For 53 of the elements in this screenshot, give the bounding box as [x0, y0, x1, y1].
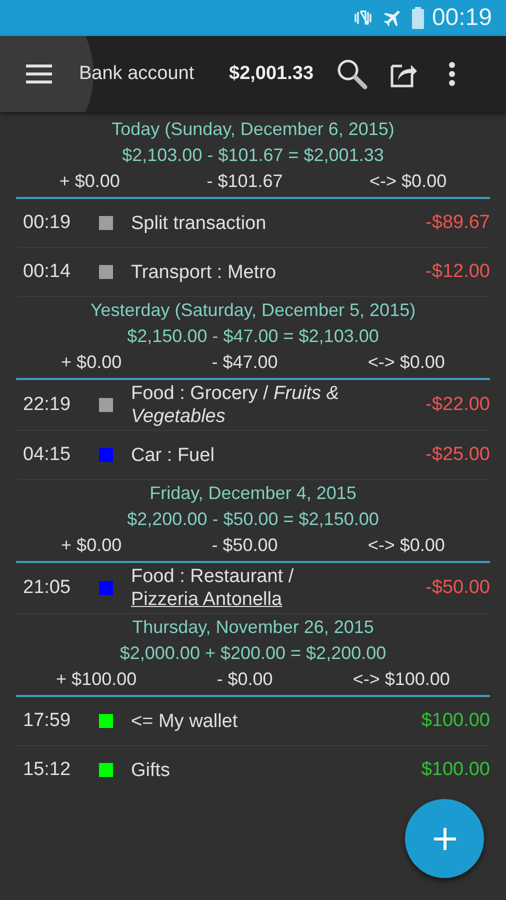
day-balance-formula: $2,103.00 - $101.67 = $2,001.33: [121, 144, 385, 167]
more-icon: [448, 61, 456, 87]
transaction-description: Food : Restaurant / Pizzeria Antonella: [131, 565, 295, 611]
day-expense: - $47.00: [212, 351, 278, 374]
day-income: + $0.00: [61, 351, 122, 374]
transaction-description: Car : Fuel: [131, 444, 216, 466]
transaction-amount: $100.00: [421, 710, 490, 732]
day-balance-formula: $2,150.00 - $47.00 = $2,103.00: [126, 325, 380, 348]
account-balance: $2,001.33: [229, 63, 314, 85]
day-transfer: <-> $0.00: [368, 534, 445, 557]
day-transfer: <-> $0.00: [368, 351, 445, 374]
day-transfer: <-> $0.00: [370, 170, 447, 193]
transaction-amount: $100.00: [421, 759, 490, 781]
day-income: + $0.00: [59, 170, 120, 193]
day-balance-formula: $2,200.00 - $50.00 = $2,150.00: [126, 508, 380, 531]
menu-icon: [26, 64, 52, 84]
battery-icon: [412, 7, 424, 29]
transaction-time: 22:19: [23, 394, 72, 416]
transaction-amount: -$25.00: [426, 444, 490, 466]
day-expense: - $0.00: [216, 668, 273, 691]
day-transfer: <-> $100.00: [352, 668, 450, 691]
day-income: + $100.00: [56, 668, 137, 691]
search-icon: [336, 58, 368, 90]
day-expense: - $101.67: [206, 170, 283, 193]
transaction-amount: -$12.00: [426, 261, 490, 283]
transaction-time: 00:14: [23, 261, 72, 283]
payee-link[interactable]: Pizzeria Antonella: [131, 589, 282, 610]
transaction-amount: -$89.67: [426, 212, 490, 234]
day-title: Yesterday (Saturday, December 5, 2015): [89, 299, 417, 322]
transaction-description: Gifts: [131, 758, 172, 782]
day-expense: - $50.00: [212, 534, 278, 557]
more-button[interactable]: [448, 61, 456, 87]
status-time: 00:19: [432, 4, 492, 32]
transaction-description: Food : Grocery / Fruits & Vegetables: [131, 382, 340, 428]
transaction-amount: -$22.00: [426, 394, 490, 416]
transaction-time: 21:05: [23, 577, 72, 599]
day-title: Thursday, November 26, 2015: [131, 616, 375, 639]
transaction-time: 15:12: [23, 759, 72, 781]
transaction-description: Split transaction: [131, 212, 268, 234]
transaction-time: 17:59: [23, 710, 72, 732]
vibrate-off-icon: [352, 8, 374, 28]
transaction-description: <= My wallet: [131, 710, 239, 732]
search-button[interactable]: [336, 58, 368, 90]
transaction-time: 04:15: [23, 444, 72, 466]
day-title: Friday, December 4, 2015: [148, 482, 358, 505]
transaction-amount: -$50.00: [426, 577, 490, 599]
day-income: + $0.00: [61, 534, 122, 557]
day-title: Today (Sunday, December 6, 2015): [110, 118, 396, 141]
transaction-time: 00:19: [23, 212, 72, 234]
add-icon: [432, 826, 456, 850]
day-balance-formula: $2,000.00 + $200.00 = $2,200.00: [118, 642, 388, 665]
account-name[interactable]: Bank account: [79, 63, 229, 85]
transaction-description: Transport : Metro: [131, 260, 278, 284]
